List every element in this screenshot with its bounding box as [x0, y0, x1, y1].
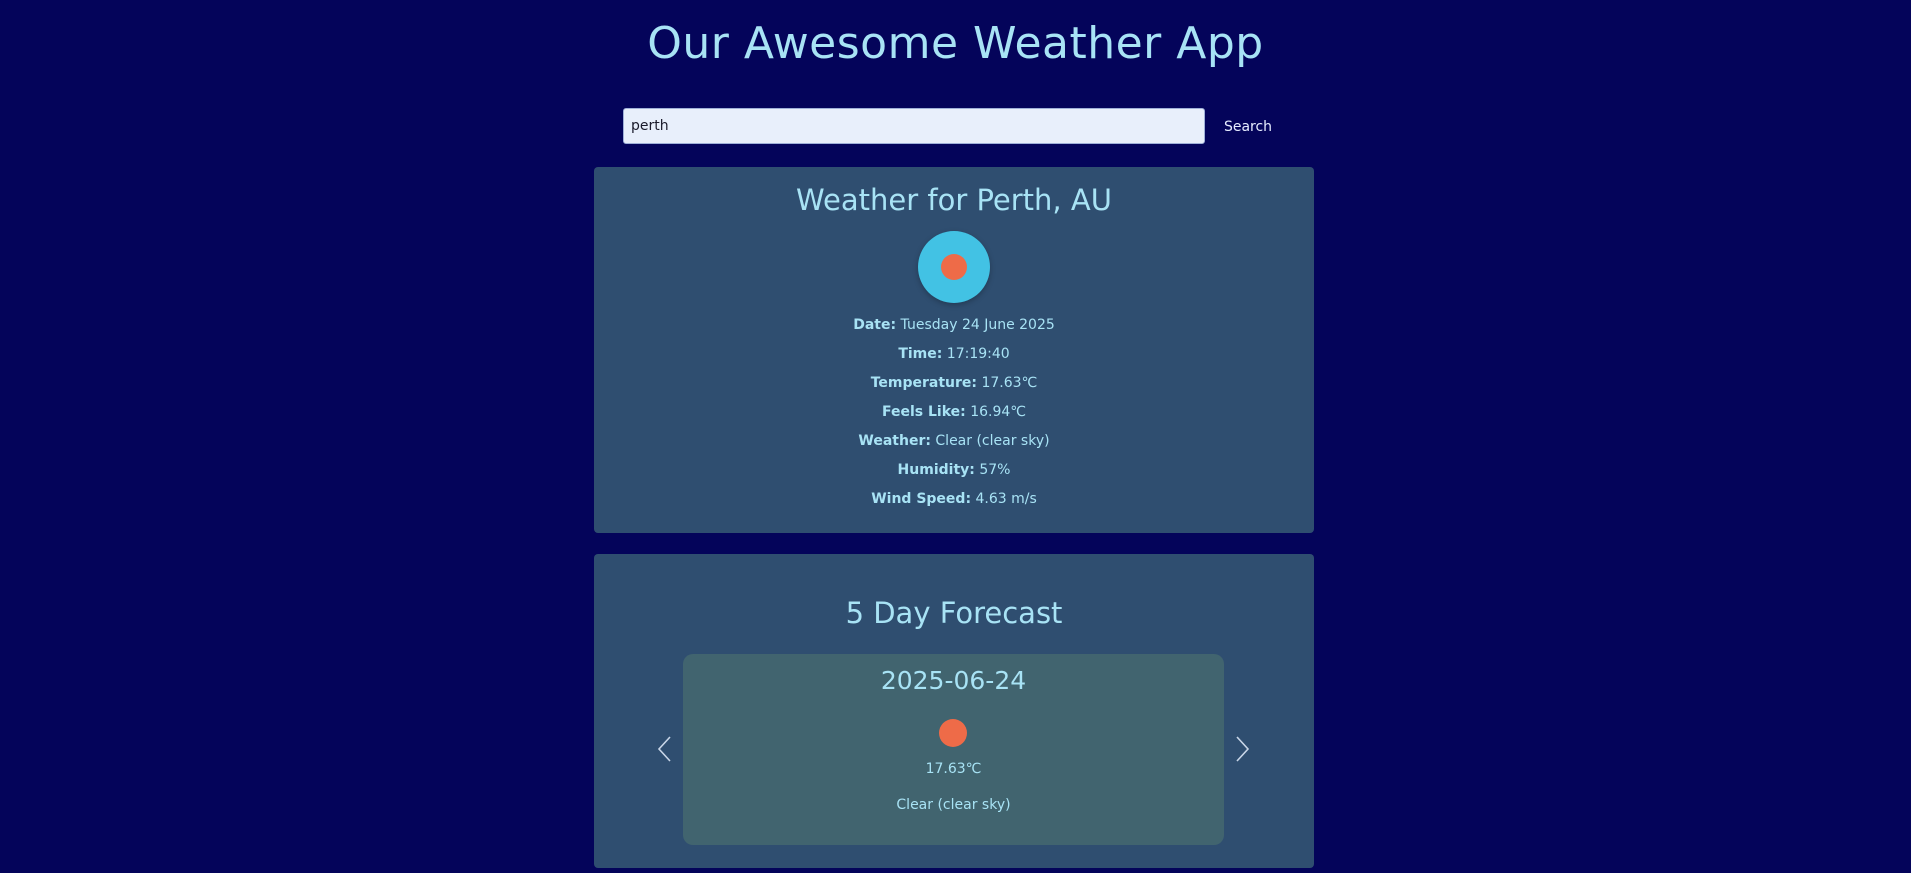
detail-date: Date: Tuesday 24 June 2025 [594, 311, 1314, 340]
forecast-panel: 5 Day Forecast 2025-06-24 17.63℃ Clear (… [594, 554, 1314, 868]
detail-value: 17:19:40 [946, 346, 1010, 362]
current-weather-title: Weather for Perth, AU [796, 183, 1112, 217]
sun-dot [941, 254, 967, 280]
detail-wind-speed: Wind Speed: 4.63 m/s [594, 485, 1314, 514]
weather-details: Date: Tuesday 24 June 2025 Time: 17:19:4… [594, 311, 1314, 514]
forecast-title: 5 Day Forecast [845, 596, 1063, 630]
detail-label: Time: [898, 346, 943, 362]
detail-label: Feels Like: [881, 404, 966, 420]
search-button[interactable]: Search [1215, 108, 1281, 146]
detail-value: 57% [979, 462, 1011, 478]
detail-value: 4.63 m/s [975, 491, 1037, 507]
detail-label: Date: [853, 317, 897, 333]
detail-value: Clear (clear sky) [935, 433, 1050, 449]
forecast-temperature: 17.63℃ [925, 761, 982, 777]
search-bar: Search [623, 108, 1293, 146]
forecast-date: 2025-06-24 [880, 666, 1027, 695]
detail-value: 17.63℃ [981, 375, 1038, 391]
detail-weather: Weather: Clear (clear sky) [594, 427, 1314, 456]
clear-sky-sun-icon [918, 231, 990, 303]
detail-temperature: Temperature: 17.63℃ [594, 369, 1314, 398]
chevron-right-icon[interactable] [1231, 732, 1253, 766]
forecast-description: Clear (clear sky) [896, 797, 1011, 813]
app-title: Our Awesome Weather App [647, 18, 1264, 69]
detail-feels-like: Feels Like: 16.94℃ [594, 398, 1314, 427]
clear-sky-sun-icon [939, 719, 967, 747]
detail-label: Weather: [858, 433, 931, 449]
detail-label: Wind Speed: [871, 491, 972, 507]
detail-time: Time: 17:19:40 [594, 340, 1314, 369]
detail-value: 16.94℃ [970, 404, 1026, 420]
forecast-card: 2025-06-24 17.63℃ Clear (clear sky) [683, 654, 1224, 845]
detail-value: Tuesday 24 June 2025 [900, 317, 1055, 333]
detail-label: Temperature: [870, 375, 978, 391]
search-input[interactable] [623, 108, 1205, 144]
chevron-left-icon[interactable] [654, 732, 676, 766]
detail-humidity: Humidity: 57% [594, 456, 1314, 485]
detail-label: Humidity: [897, 462, 975, 478]
current-weather-panel: Weather for Perth, AU Date: Tuesday 24 J… [594, 167, 1314, 533]
